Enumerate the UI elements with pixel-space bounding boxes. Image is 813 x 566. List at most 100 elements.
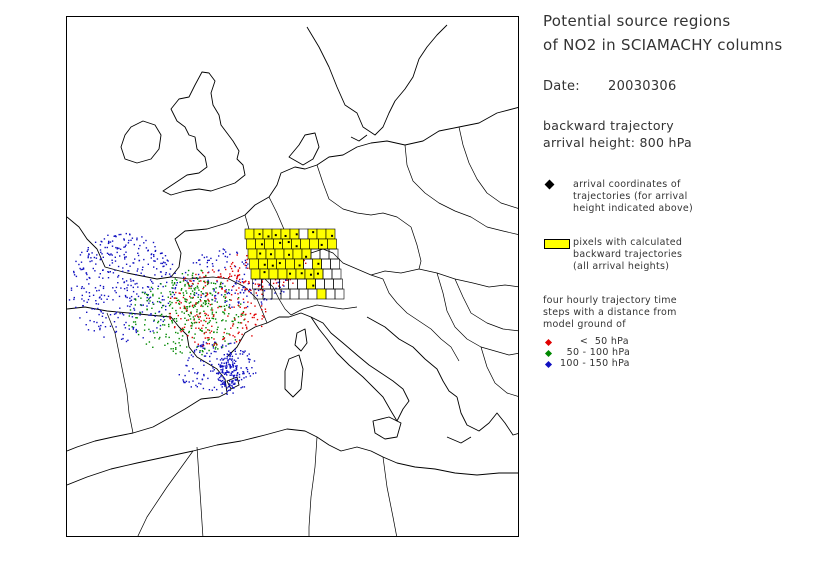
trajectory-point bbox=[228, 277, 230, 279]
trajectory-point bbox=[213, 282, 215, 284]
trajectory-point bbox=[237, 372, 239, 374]
coastline-sardinia bbox=[284, 354, 304, 398]
sciamachy-pixel bbox=[244, 228, 255, 240]
trajectory-point bbox=[132, 290, 135, 293]
trajectory-point bbox=[73, 296, 75, 299]
trajectory-point bbox=[231, 270, 234, 272]
trajectory-line-1: backward trajectory bbox=[543, 118, 674, 133]
trajectory-point bbox=[203, 373, 205, 376]
trajectory-point bbox=[201, 292, 204, 295]
trajectory-point bbox=[250, 289, 252, 291]
trajectory-point bbox=[192, 272, 194, 274]
trajectory-point bbox=[230, 275, 233, 277]
sciamachy-pixel bbox=[331, 268, 342, 280]
trajectory-point bbox=[217, 306, 219, 309]
trajectory-point bbox=[107, 295, 110, 297]
trajectory-point bbox=[208, 338, 210, 341]
trajectory-point bbox=[212, 317, 215, 320]
trajectory-point bbox=[201, 254, 203, 256]
trajectory-point bbox=[204, 300, 206, 302]
trajectory-point bbox=[194, 341, 196, 343]
trajectory-point bbox=[177, 299, 180, 301]
trajectory-point bbox=[132, 326, 135, 329]
trajectory-point bbox=[229, 389, 231, 391]
trajectory-point bbox=[227, 359, 229, 361]
arrival-point bbox=[263, 271, 266, 274]
trajectory-point bbox=[98, 313, 100, 316]
trajectory-point bbox=[128, 328, 130, 330]
trajectory-point bbox=[207, 329, 209, 331]
trajectory-point bbox=[265, 311, 267, 313]
trajectory-point bbox=[232, 379, 234, 382]
trajectory-point bbox=[178, 337, 180, 340]
trajectory-point bbox=[159, 336, 161, 339]
trajectory-point bbox=[192, 380, 194, 382]
trajectory-point bbox=[211, 389, 213, 391]
trajectory-point bbox=[172, 291, 174, 294]
trajectory-point bbox=[229, 307, 231, 309]
trajectory-point bbox=[259, 283, 261, 286]
trajectory-point bbox=[233, 375, 235, 377]
trajectory-point bbox=[218, 276, 220, 278]
sciamachy-pixel bbox=[258, 258, 268, 270]
trajectory-point bbox=[190, 287, 192, 290]
trajectory-point bbox=[173, 318, 175, 320]
trajectory-point bbox=[186, 319, 188, 322]
trajectory-point bbox=[161, 313, 163, 316]
trajectory-point bbox=[154, 246, 156, 248]
trajectory-point bbox=[234, 319, 236, 321]
trajectory-point bbox=[235, 314, 238, 316]
trajectory-point bbox=[164, 262, 166, 264]
trajectory-point bbox=[197, 371, 199, 374]
trajectory-point bbox=[68, 299, 71, 301]
trajectory-point bbox=[161, 306, 163, 309]
trajectory-point bbox=[95, 263, 97, 265]
sciamachy-pixel bbox=[298, 288, 309, 300]
trajectory-point bbox=[248, 282, 250, 284]
trajectory-point bbox=[165, 305, 167, 308]
trajectory-point bbox=[160, 283, 162, 285]
trajectory-point bbox=[229, 334, 231, 336]
sciamachy-pixel bbox=[327, 238, 337, 250]
sciamachy-pixel bbox=[267, 258, 277, 270]
trajectory-point bbox=[195, 262, 198, 264]
trajectory-point bbox=[219, 273, 222, 275]
trajectory-point bbox=[79, 254, 82, 256]
trajectory-point bbox=[114, 256, 116, 258]
trajectory-point bbox=[212, 265, 214, 267]
trajectory-point bbox=[138, 247, 140, 250]
trajectory-point bbox=[173, 293, 176, 296]
trajectory-point bbox=[162, 324, 164, 326]
trajectory-point bbox=[126, 287, 128, 289]
trajectory-point bbox=[207, 272, 209, 274]
arrival-point bbox=[331, 234, 334, 237]
trajectory-point bbox=[195, 348, 198, 351]
trajectory-point bbox=[153, 255, 155, 258]
trajectory-point bbox=[157, 285, 160, 287]
trajectory-point bbox=[195, 273, 197, 276]
trajectory-point bbox=[223, 249, 226, 251]
trajectory-point bbox=[125, 244, 127, 246]
trajectory-point bbox=[203, 332, 205, 335]
trajectory-point bbox=[241, 353, 244, 355]
trajectory-point bbox=[163, 265, 165, 267]
trajectory-point bbox=[203, 276, 205, 278]
trajectory-point bbox=[87, 256, 89, 259]
trajectory-point bbox=[238, 376, 241, 378]
trajectory-point bbox=[198, 280, 200, 282]
trajectory-point bbox=[247, 267, 249, 269]
trajectory-point bbox=[229, 380, 231, 382]
trajectory-point bbox=[122, 333, 124, 336]
trajectory-point bbox=[215, 259, 218, 261]
trajectory-point bbox=[146, 305, 148, 307]
trajectory-point bbox=[240, 322, 243, 324]
trajectory-point bbox=[182, 292, 184, 294]
trajectory-point bbox=[186, 346, 188, 348]
trajectory-point bbox=[244, 259, 247, 262]
trajectory-point bbox=[165, 263, 168, 266]
trajectory-point bbox=[94, 270, 96, 272]
trajectory-point bbox=[109, 314, 112, 316]
trajectory-point bbox=[136, 237, 138, 239]
map-panel bbox=[66, 16, 519, 537]
trajectory-point bbox=[150, 314, 152, 316]
